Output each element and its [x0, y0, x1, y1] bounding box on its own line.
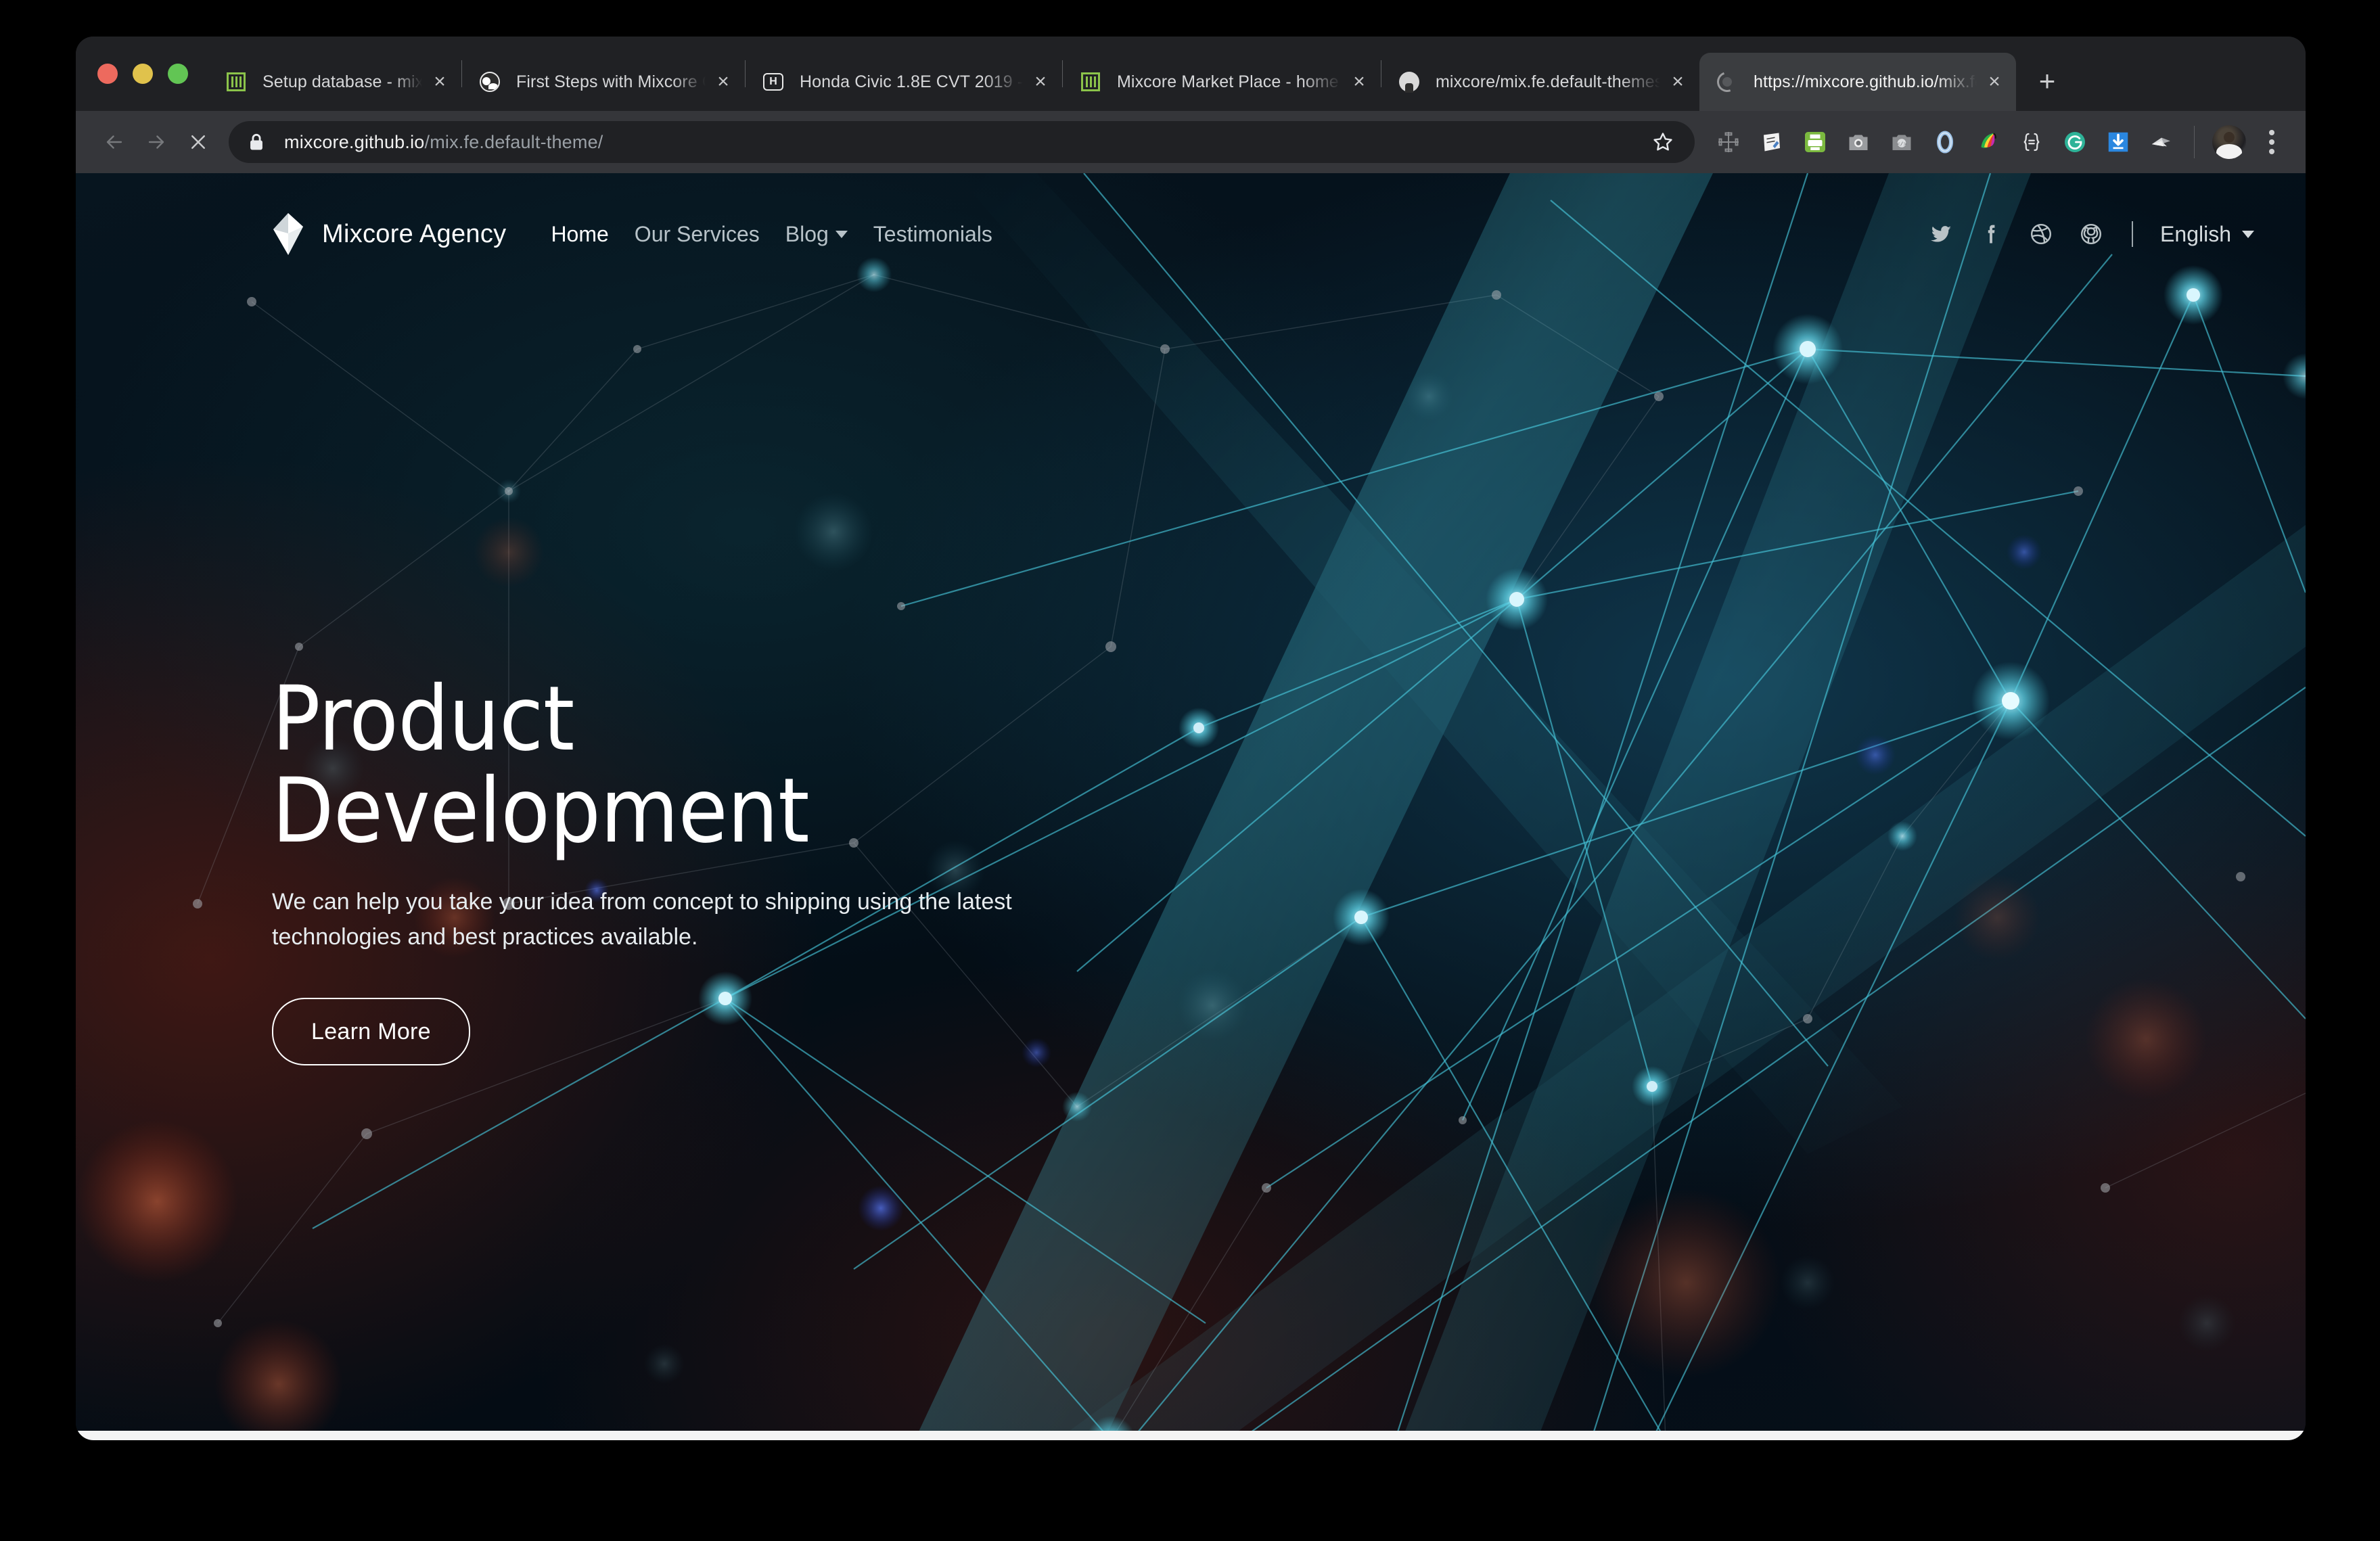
tab-title: https://mixcore.github.io/mix.fe: [1754, 72, 1977, 92]
three-dot-menu-icon[interactable]: [2253, 123, 2291, 161]
origami-bird-icon[interactable]: [2140, 120, 2183, 164]
nav-item-our-services[interactable]: Our Services: [635, 222, 760, 247]
nav-label: Blog: [785, 222, 829, 247]
header-divider: [2132, 221, 2133, 247]
back-button[interactable]: [93, 121, 135, 163]
tab-title: Honda Civic 1.8E CVT 2019 - 20: [800, 72, 1023, 92]
stop-loading-button[interactable]: [177, 121, 219, 163]
tab-close-button[interactable]: ×: [706, 64, 741, 99]
brand[interactable]: Mixcore Agency: [272, 213, 506, 255]
chevron-down-icon: [2242, 231, 2254, 238]
svg-text:</>: </>: [1897, 141, 1907, 147]
url-domain: mixcore.github.io: [284, 132, 425, 152]
window-minimize-button[interactable]: [133, 64, 153, 84]
json-braces-icon[interactable]: [2010, 120, 2053, 164]
nav-item-home[interactable]: Home: [551, 222, 608, 247]
tab-list: Setup database - mixcore × First Steps w…: [208, 37, 2306, 111]
downloads-icon[interactable]: [2097, 120, 2140, 164]
globe-icon: [478, 70, 501, 93]
mixcore-diamond-logo-icon: [272, 213, 304, 255]
browser-window: Setup database - mixcore × First Steps w…: [76, 37, 2306, 1440]
loading-spinner-icon: [1716, 70, 1739, 93]
main-navigation: Home Our Services Blog Testimonials: [551, 222, 992, 247]
lock-icon: [248, 133, 267, 152]
tab-close-button[interactable]: ×: [1977, 64, 2012, 99]
tab-title: First Steps with Mixcore CMS: [516, 72, 706, 92]
tab-title: Setup database - mixcore: [262, 72, 422, 92]
nav-label: Home: [551, 222, 608, 247]
mixcore-icon: [1079, 70, 1102, 93]
browser-tab[interactable]: Honda Civic 1.8E CVT 2019 - 20 ×: [746, 53, 1062, 111]
tab-strip: Setup database - mixcore × First Steps w…: [76, 37, 2306, 111]
browser-tab[interactable]: First Steps with Mixcore CMS ×: [462, 53, 745, 111]
browser-toolbar: mixcore.github.io/mix.fe.default-theme/: [76, 111, 2306, 173]
url-text: mixcore.github.io/mix.fe.default-theme/: [284, 132, 1645, 153]
hero-subtitle: We can help you take your idea from conc…: [272, 885, 1145, 954]
language-label: English: [2160, 222, 2231, 247]
tab-close-button[interactable]: ×: [1023, 64, 1058, 99]
browser-tab-active[interactable]: https://mixcore.github.io/mix.fe ×: [1699, 53, 2016, 111]
github-icon: [1398, 70, 1421, 93]
tab-close-button[interactable]: ×: [422, 64, 457, 99]
window-zoom-button[interactable]: [168, 64, 188, 84]
page-viewport: Mixcore Agency Home Our Services Blog Te…: [76, 173, 2306, 1440]
nav-label: Testimonials: [873, 222, 992, 247]
nav-item-blog[interactable]: Blog: [785, 222, 848, 247]
tab-title: Mixcore Market Place - home: [1117, 72, 1342, 92]
facebook-icon[interactable]: [1977, 221, 2005, 248]
nav-item-testimonials[interactable]: Testimonials: [873, 222, 992, 247]
dribbble-icon[interactable]: [2028, 221, 2055, 248]
chevron-down-icon: [836, 231, 848, 238]
language-selector[interactable]: English: [2160, 222, 2254, 247]
learn-more-button[interactable]: Learn More: [272, 998, 470, 1065]
url-path: /mix.fe.default-theme/: [425, 132, 603, 152]
github-icon[interactable]: [2078, 221, 2105, 248]
browser-tab[interactable]: Setup database - mixcore ×: [208, 53, 461, 111]
window-close-button[interactable]: [97, 64, 118, 84]
camera-icon[interactable]: [1837, 120, 1880, 164]
window-traffic-lights: [76, 37, 208, 111]
blue-ring-icon[interactable]: [1923, 120, 1967, 164]
browser-tab[interactable]: Mixcore Market Place - home ×: [1063, 53, 1381, 111]
grammarly-icon[interactable]: [2053, 120, 2097, 164]
colorful-leaf-icon[interactable]: [1967, 120, 2010, 164]
honda-icon: [762, 70, 785, 93]
twitter-icon[interactable]: [1927, 221, 1954, 248]
tab-close-button[interactable]: ×: [1342, 64, 1377, 99]
nav-label: Our Services: [635, 222, 760, 247]
printer-icon[interactable]: [1793, 120, 1837, 164]
next-section-sliver: [76, 1431, 2306, 1440]
bookmark-star-icon[interactable]: [1645, 124, 1681, 160]
code-camera-icon[interactable]: </>: [1880, 120, 1923, 164]
notes-icon[interactable]: [1750, 120, 1793, 164]
new-tab-button[interactable]: +: [2026, 60, 2069, 103]
hero-section: Product Development We can help you take…: [272, 674, 1287, 1065]
tab-close-button[interactable]: ×: [1660, 64, 1695, 99]
tab-title: mixcore/mix.fe.default-themes:: [1436, 72, 1660, 92]
toolbar-divider: [2194, 126, 2195, 158]
address-bar[interactable]: mixcore.github.io/mix.fe.default-theme/: [229, 121, 1695, 163]
brand-name: Mixcore Agency: [322, 220, 506, 249]
mixcore-icon: [225, 70, 248, 93]
forward-button[interactable]: [135, 121, 177, 163]
browser-tab[interactable]: mixcore/mix.fe.default-themes: ×: [1381, 53, 1699, 111]
header-right-cluster: English: [1927, 221, 2254, 248]
site-header: Mixcore Agency Home Our Services Blog Te…: [76, 173, 2306, 295]
page-title: Product Development: [272, 674, 1287, 858]
profile-avatar[interactable]: [2212, 125, 2246, 159]
ruler-crosshair-icon[interactable]: [1707, 120, 1750, 164]
